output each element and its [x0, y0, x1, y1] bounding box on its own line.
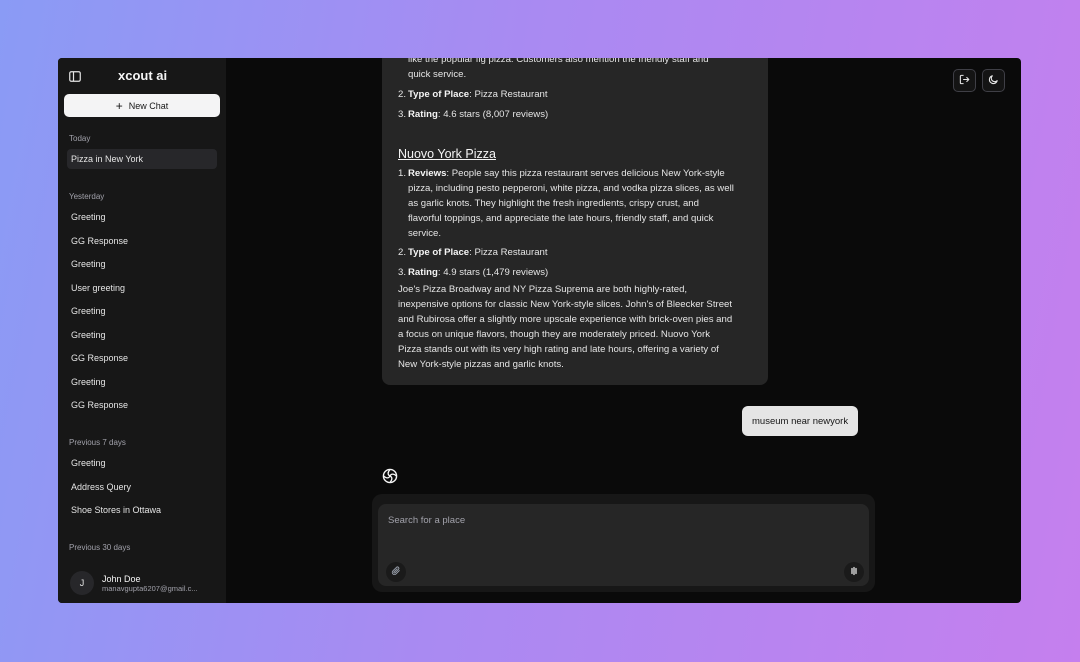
- list-item: Type of Place: Pizza Restaurant: [408, 245, 764, 260]
- waveform-icon: [849, 563, 859, 581]
- message-text: quick service.: [408, 69, 467, 80]
- list-item-value: : Pizza Restaurant: [469, 247, 548, 258]
- message-text: a focus on unique flavors, though they a…: [398, 329, 710, 340]
- chat-main: like the popular fig pizza. Customers al…: [226, 58, 1021, 603]
- chat-item[interactable]: Greeting: [67, 301, 217, 321]
- search-input[interactable]: Search for a place: [378, 504, 869, 586]
- sidebar: xcout ai + New Chat Today Pizza in New Y…: [58, 58, 226, 603]
- plus-icon: +: [115, 98, 123, 113]
- paperclip-icon: [391, 563, 401, 581]
- list-number: 2.: [398, 89, 407, 100]
- list-number: 1.: [398, 168, 407, 179]
- message-text: pizza, including pesto pepperoni, white …: [408, 183, 734, 194]
- logout-button[interactable]: [953, 69, 976, 92]
- list-item-value: : 4.9 stars (1,479 reviews): [437, 267, 549, 278]
- chat-item[interactable]: GG Response: [67, 395, 217, 415]
- list-item-value: : Pizza Restaurant: [469, 89, 548, 100]
- chat-item[interactable]: Shoe Stores in Ottawa: [67, 500, 217, 520]
- user-profile[interactable]: J John Doe manavgupta6207@gmail.c...: [70, 570, 220, 596]
- user-message: museum near newyork: [742, 406, 859, 436]
- app-window: xcout ai + New Chat Today Pizza in New Y…: [58, 58, 1021, 603]
- group-label-yesterday: Yesterday: [69, 192, 105, 201]
- chat-item[interactable]: User greeting: [67, 278, 217, 298]
- list-number: 3.: [398, 267, 407, 278]
- list-item: Type of Place: Pizza Restaurant: [408, 87, 764, 102]
- list-item-value: : People say this pizza restaurant serve…: [446, 168, 725, 179]
- user-info: John Doe manavgupta6207@gmail.c...: [102, 574, 212, 593]
- message-text: Pizza stands out with its very high rati…: [398, 344, 719, 355]
- chat-item[interactable]: Greeting: [67, 254, 217, 274]
- list-item-value: : 4.6 stars (8,007 reviews): [437, 109, 549, 120]
- message-text: flavorful toppings, and appreciate the l…: [408, 213, 714, 224]
- composer: Search for a place: [372, 494, 875, 592]
- theme-toggle-button[interactable]: [982, 69, 1005, 92]
- assistant-message: like the popular fig pizza. Customers al…: [382, 58, 768, 385]
- sidebar-header: xcout ai: [58, 58, 226, 92]
- list-item-label: Rating: [408, 267, 438, 278]
- place-title-link[interactable]: Nuovo York Pizza: [398, 147, 496, 162]
- list-item: Rating: 4.6 stars (8,007 reviews): [408, 107, 764, 122]
- new-chat-label: New Chat: [128, 100, 169, 111]
- chat-item[interactable]: Greeting: [67, 325, 217, 345]
- chat-item[interactable]: GG Response: [67, 348, 217, 368]
- new-chat-button[interactable]: + New Chat: [64, 94, 220, 117]
- chat-item[interactable]: GG Response: [67, 231, 217, 251]
- list-item-label: Type of Place: [408, 89, 470, 100]
- logout-icon: [959, 72, 970, 90]
- sidebar-toggle-icon[interactable]: [69, 69, 81, 82]
- message-text: service.: [408, 228, 442, 239]
- message-text: as garlic knots. They highlight the fres…: [408, 198, 699, 209]
- list-number: 3.: [398, 109, 407, 120]
- list-item-label: Type of Place: [408, 247, 470, 258]
- message-text: New York-style pizzas and garlic knots.: [398, 359, 564, 370]
- list-item-label: Reviews: [408, 168, 447, 179]
- list-item: Rating: 4.9 stars (1,479 reviews): [408, 265, 764, 280]
- chat-item[interactable]: Address Query: [67, 477, 217, 497]
- message-text: like the popular fig pizza. Customers al…: [408, 58, 709, 65]
- moon-icon: [988, 72, 999, 90]
- message-text: Joe's Pizza Broadway and NY Pizza Suprem…: [398, 284, 688, 295]
- list-number: 2.: [398, 247, 407, 258]
- message-text: inexpensive options for classic New York…: [398, 299, 733, 310]
- chat-item[interactable]: Greeting: [67, 453, 217, 473]
- user-email: manavgupta6207@gmail.c...: [102, 583, 198, 593]
- chat-item[interactable]: Pizza in New York: [67, 149, 217, 169]
- list-item: Reviews: People say this pizza restauran…: [408, 166, 764, 181]
- attach-button[interactable]: [386, 562, 406, 582]
- group-label-previous-30-days: Previous 30 days: [69, 543, 131, 552]
- chat-item[interactable]: Greeting: [67, 372, 217, 392]
- list-item-label: Rating: [408, 109, 438, 120]
- message-text: and Rubirosa offer a slightly more upsca…: [398, 314, 733, 325]
- group-label-today: Today: [69, 134, 91, 143]
- chat-item[interactable]: Greeting: [67, 207, 217, 227]
- app-title: xcout ai: [118, 68, 168, 83]
- bot-logo-icon: [382, 468, 398, 484]
- voice-button[interactable]: [844, 562, 864, 582]
- group-label-previous-7-days: Previous 7 days: [69, 438, 126, 447]
- avatar: J: [70, 571, 94, 595]
- user-name: John Doe: [102, 573, 141, 584]
- search-placeholder: Search for a place: [388, 515, 466, 526]
